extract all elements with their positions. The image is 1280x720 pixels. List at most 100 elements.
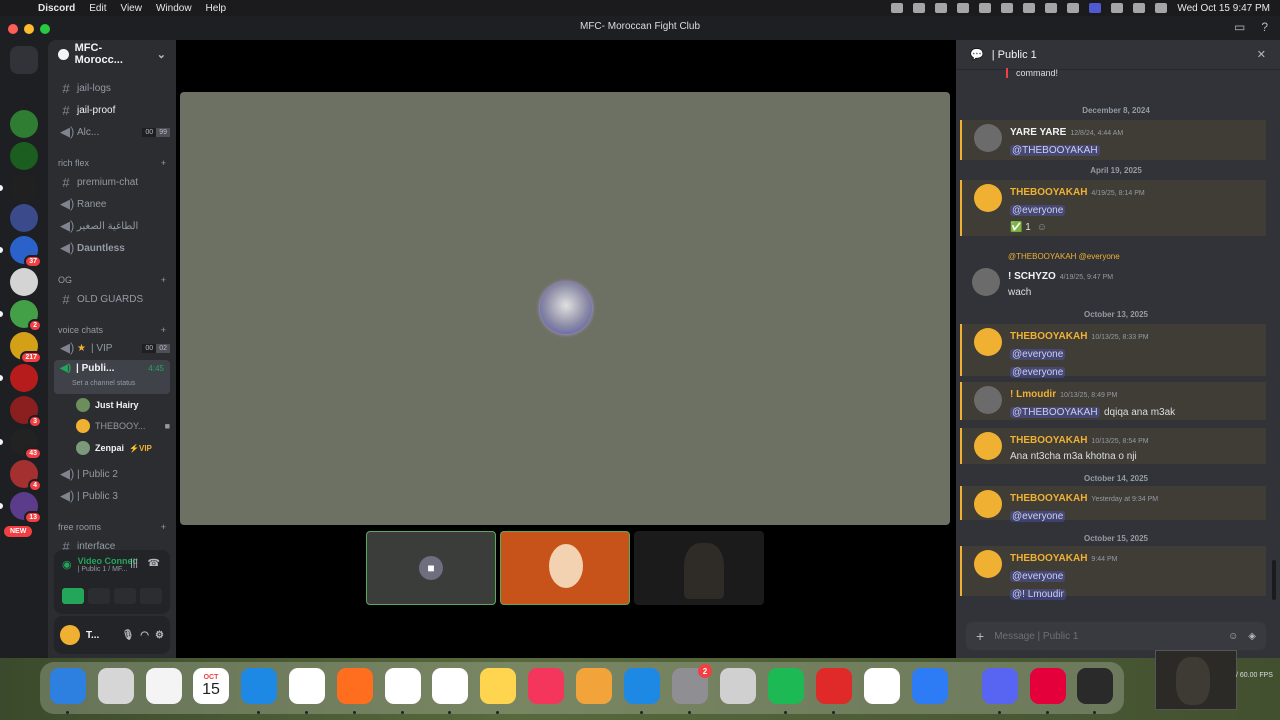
mention[interactable]: @everyone — [1010, 205, 1066, 216]
system-settings-icon[interactable]: 2 — [672, 664, 712, 704]
server-icon[interactable]: 13 — [10, 492, 42, 524]
iphone-mirroring-icon[interactable] — [720, 668, 756, 704]
avatar[interactable] — [60, 625, 80, 645]
channel-old-guards[interactable]: # OLD GUARDS — [54, 289, 170, 309]
server-icon[interactable]: 2 — [10, 300, 42, 332]
plus-icon[interactable]: + — [161, 158, 166, 168]
headphones-icon[interactable]: ◠ — [140, 630, 149, 641]
pages-icon[interactable] — [576, 668, 612, 704]
appstore-icon[interactable] — [624, 668, 660, 704]
user-icon[interactable] — [1133, 3, 1146, 13]
channel-dauntless[interactable]: ◀) Dauntless — [54, 238, 170, 258]
plus-icon[interactable]: + — [161, 275, 166, 285]
chat-message[interactable]: @THEBOOYAKAH @everyone ! SCHYZO 4/19/25, 9… — [960, 250, 1266, 300]
message-author[interactable]: THEBOOYAKAH — [1010, 493, 1087, 504]
help-icon[interactable]: ? — [1261, 20, 1268, 34]
mention[interactable]: @THEBOOYAKAH — [1010, 407, 1100, 418]
parsec-icon[interactable] — [1030, 668, 1066, 704]
notes-icon[interactable] — [480, 668, 516, 704]
mention[interactable]: @everyone — [1010, 349, 1066, 360]
message-author[interactable]: THEBOOYAKAH — [1010, 187, 1087, 198]
mention[interactable]: @! Lmoudir — [1010, 589, 1066, 600]
proton-vpn-icon[interactable] — [864, 668, 900, 704]
channel-jail-logs[interactable]: # jail-logs — [54, 78, 170, 98]
avatar[interactable] — [974, 432, 1002, 460]
plus-icon[interactable]: + — [161, 325, 166, 335]
chat-message[interactable]: THEBOOYAKAH 10/13/25, 8:54 PM Ana nt3cha m… — [960, 428, 1266, 464]
status-icon[interactable] — [913, 3, 926, 13]
mfc-server-icon[interactable] — [10, 174, 38, 202]
channel-arabic[interactable]: ◀) الطاغية الصغير — [54, 216, 170, 236]
camera-button[interactable] — [62, 588, 84, 604]
plus-icon[interactable]: + — [976, 628, 984, 644]
message-author[interactable]: THEBOOYAKAH — [1010, 331, 1087, 342]
reaction[interactable]: ✅ 1 — [1010, 222, 1031, 233]
opera-icon[interactable] — [385, 668, 421, 704]
server-icon[interactable]: 37 — [10, 236, 42, 268]
channel-public-1-active[interactable]: ◀) | Publi... 4:45 Set a channel status — [54, 360, 170, 394]
channel-jail-proof[interactable]: # jail-proof — [54, 100, 170, 120]
safari-icon[interactable] — [241, 668, 277, 704]
play-icon[interactable] — [979, 3, 992, 13]
menu-window[interactable]: Window — [156, 3, 192, 14]
close-icon[interactable]: ✕ — [1257, 48, 1266, 61]
message-author[interactable]: ! Lmoudir — [1010, 389, 1056, 400]
server-icon[interactable]: 43 — [10, 428, 42, 460]
scrollbar[interactable] — [1272, 560, 1276, 600]
avatar[interactable] — [974, 490, 1002, 518]
menu-app-name[interactable]: Discord — [38, 3, 75, 14]
chat-message[interactable]: ! Lmoudir 10/13/25, 8:49 PM @THEBOOYAKAH d… — [960, 382, 1266, 420]
server-icon[interactable] — [10, 268, 38, 296]
green-server-icon[interactable] — [10, 110, 38, 138]
chat-message[interactable]: THEBOOYAKAH 10/13/25, 8:33 PM @everyone @ev… — [960, 324, 1266, 378]
avatar[interactable] — [974, 328, 1002, 356]
server-icon[interactable]: 3 — [10, 396, 42, 428]
game-icon[interactable]: ◈ — [1248, 631, 1256, 642]
avatar[interactable] — [974, 550, 1002, 578]
bluetooth-icon[interactable] — [1023, 3, 1036, 13]
wifi-icon[interactable] — [957, 3, 970, 13]
category-rich-flex[interactable]: rich flex + — [58, 158, 166, 168]
category-voice-chats[interactable]: voice chats + — [58, 325, 166, 335]
chrome-icon[interactable] — [289, 668, 325, 704]
avatar[interactable] — [974, 124, 1002, 152]
finder-icon[interactable] — [50, 668, 86, 704]
activity-button[interactable] — [114, 588, 136, 604]
chat-message[interactable]: THEBOOYAKAH 4/19/25, 8:14 PM @everyone ✅ 1 ☺ — [960, 180, 1266, 236]
mention[interactable]: @THEBOOYAKAH — [1010, 145, 1100, 156]
video-tile-camera[interactable] — [634, 531, 764, 605]
menu-clock[interactable]: Wed Oct 15 9:47 PM — [1177, 3, 1270, 14]
chat-message[interactable]: THEBOOYAKAH Yesterday at 9:34 PM @everyone — [960, 486, 1266, 522]
emoji-icon[interactable]: ☺ — [1228, 631, 1238, 642]
avatar[interactable] — [974, 184, 1002, 212]
server-icon[interactable]: 4 — [10, 460, 42, 492]
launchpad-icon[interactable] — [98, 668, 134, 704]
text-icon[interactable] — [1001, 3, 1014, 13]
mention[interactable]: @everyone — [1010, 571, 1066, 582]
roblox-icon[interactable] — [912, 668, 948, 704]
wolf-server-icon[interactable] — [10, 78, 38, 106]
signal-icon[interactable]: ◉ — [62, 558, 72, 571]
channel-status[interactable]: Set a channel status — [72, 380, 135, 387]
photos-icon[interactable] — [146, 668, 182, 704]
inbox-icon[interactable]: ▭ — [1234, 20, 1245, 34]
message-author[interactable]: THEBOOYAKAH — [1010, 553, 1087, 564]
voice-user[interactable]: Zenpai ⚡VIP — [76, 439, 170, 457]
chat-message[interactable]: YARE YARE 12/8/24, 4:44 AM @THEBOOYAKAH — [960, 120, 1266, 160]
discord-home-icon[interactable] — [10, 46, 38, 74]
channel-ranee[interactable]: ◀) Ranee — [54, 194, 170, 214]
channel-vip[interactable]: ◀) ★ | VIP 00 02 — [54, 338, 170, 358]
server-icon[interactable] — [10, 204, 38, 232]
noise-suppression-icon[interactable]: ||| — [130, 558, 138, 569]
plus-icon[interactable]: + — [161, 522, 166, 532]
screen-share-button[interactable] — [88, 588, 110, 604]
server-icon[interactable] — [10, 364, 38, 392]
menu-edit[interactable]: Edit — [89, 3, 106, 14]
search-icon[interactable] — [1067, 3, 1080, 13]
avatar[interactable] — [972, 268, 1000, 296]
disconnect-icon[interactable]: ☎ — [148, 558, 160, 569]
voice-user[interactable]: THEBOOY... ■ — [76, 417, 170, 435]
voice-user[interactable]: Just Hairy — [76, 396, 170, 414]
user-name[interactable]: T... — [86, 630, 99, 641]
spotify-icon[interactable] — [768, 668, 804, 704]
